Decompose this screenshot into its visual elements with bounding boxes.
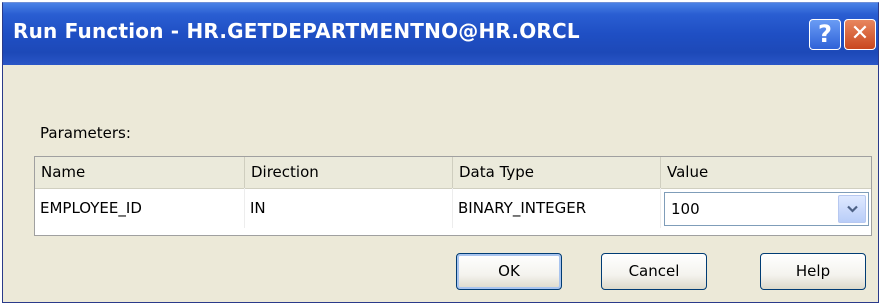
column-header-value[interactable]: Value xyxy=(661,157,871,188)
close-icon[interactable]: ✕ xyxy=(844,19,876,50)
table-row[interactable]: EMPLOYEE_ID IN BINARY_INTEGER xyxy=(35,188,871,235)
grid-header: Name Direction Data Type Value xyxy=(35,157,871,189)
param-data-type-cell[interactable]: BINARY_INTEGER xyxy=(453,188,661,228)
parameters-label: Parameters: xyxy=(40,124,131,142)
param-direction-cell[interactable]: IN xyxy=(245,188,453,228)
column-header-name[interactable]: Name xyxy=(35,157,245,188)
cancel-button[interactable]: Cancel xyxy=(601,253,707,290)
run-function-dialog: Run Function - HR.GETDEPARTMENTNO@HR.ORC… xyxy=(2,2,879,303)
ok-button[interactable]: OK xyxy=(456,253,562,290)
dialog-body: Parameters: Name Direction Data Type Val… xyxy=(3,65,878,302)
value-dropdown-button[interactable] xyxy=(838,195,866,223)
parameters-grid: Name Direction Data Type Value EMPLOYEE_… xyxy=(34,156,872,236)
column-header-direction[interactable]: Direction xyxy=(245,157,453,188)
help-button[interactable]: Help xyxy=(760,253,866,290)
chevron-down-icon xyxy=(847,205,858,213)
column-header-data-type[interactable]: Data Type xyxy=(453,157,661,188)
param-name-cell[interactable]: EMPLOYEE_ID xyxy=(35,188,245,228)
dialog-title: Run Function - HR.GETDEPARTMENTNO@HR.ORC… xyxy=(13,19,580,43)
param-value-input[interactable] xyxy=(667,195,841,222)
help-question-icon[interactable]: ? xyxy=(809,19,841,50)
param-value-combobox[interactable] xyxy=(664,192,869,226)
title-bar[interactable]: Run Function - HR.GETDEPARTMENTNO@HR.ORC… xyxy=(3,3,878,65)
